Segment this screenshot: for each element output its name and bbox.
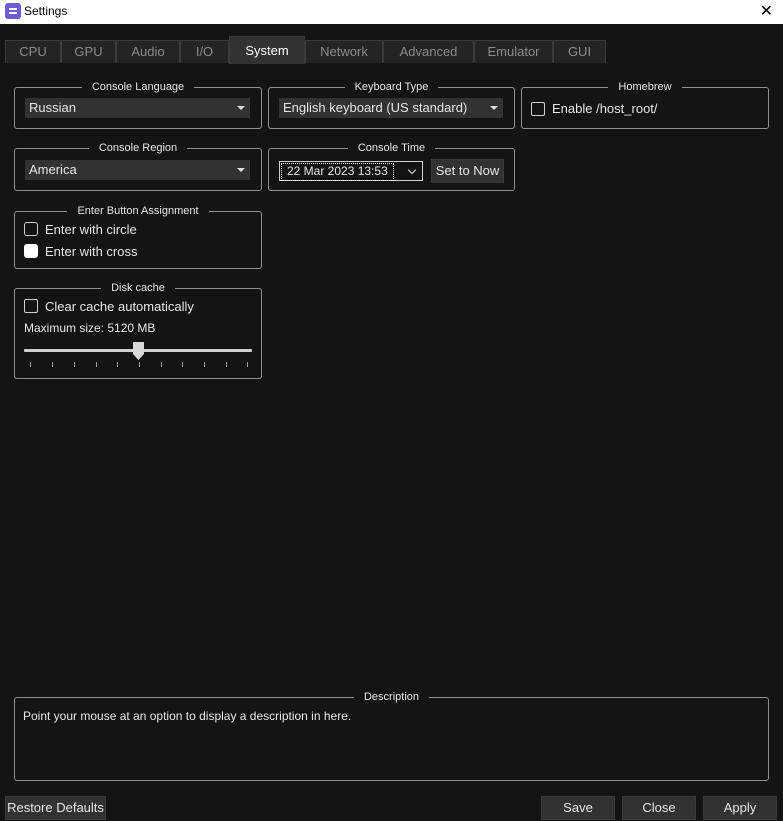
console-time-title: Console Time [347,142,436,154]
enter-with-circle-label: Enter with circle [45,222,137,237]
slider-tick [247,362,248,367]
tab-gui[interactable]: GUI [553,40,606,63]
console-language-title: Console Language [81,81,195,93]
enable-host-root-checkbox[interactable] [531,102,545,116]
slider-tick [30,362,31,367]
console-language-select[interactable]: Russian [25,98,250,118]
close-button[interactable]: Close [622,796,696,820]
cache-size-slider-handle[interactable] [132,342,144,360]
tab-gpu[interactable]: GPU [61,40,116,63]
enter-with-cross-radio[interactable] [24,244,38,258]
chevron-down-icon [235,98,247,118]
slider-tick [182,362,183,367]
description-title: Description [353,691,430,703]
tab-emulator[interactable]: Emulator [474,40,553,63]
tab-advanced[interactable]: Advanced [383,40,474,63]
keyboard-type-select[interactable]: English keyboard (US standard) [279,98,503,118]
homebrew-title: Homebrew [608,81,682,93]
chevron-down-icon [406,162,420,180]
console-region-title: Console Region [88,142,188,154]
slider-tick [96,362,97,367]
slider-tick [226,362,227,367]
chevron-down-icon [488,98,500,118]
slider-tick [139,362,140,367]
title-bar: Settings ✕ [0,0,783,24]
enter-with-circle-radio[interactable] [24,222,38,236]
slider-tick [52,362,53,367]
tab-io[interactable]: I/O [180,40,229,63]
apply-button[interactable]: Apply [703,796,777,820]
restore-defaults-button[interactable]: Restore Defaults [5,796,106,820]
console-language-value: Russian [29,100,76,115]
slider-tick [74,362,75,367]
tab-cpu[interactable]: CPU [5,40,61,63]
console-region-value: America [29,162,77,177]
console-time-picker[interactable]: 22 Mar 2023 13:53 [279,161,423,181]
set-to-now-button[interactable]: Set to Now [431,159,504,183]
tab-network[interactable]: Network [305,40,383,63]
enter-button-title: Enter Button Assignment [67,205,209,217]
enable-host-root-label: Enable /host_root/ [552,101,658,116]
slider-tick [117,362,118,367]
max-size-label: Maximum size: 5120 MB [24,321,156,335]
slider-tick [161,362,162,367]
clear-cache-label: Clear cache automatically [45,299,194,314]
clear-cache-checkbox[interactable] [24,299,38,313]
save-button[interactable]: Save [541,796,615,820]
keyboard-type-title: Keyboard Type [344,81,439,93]
window-title: Settings [24,4,68,18]
console-time-value: 22 Mar 2023 13:53 [281,163,394,181]
close-window-icon[interactable]: ✕ [760,1,773,21]
tab-system[interactable]: System [229,36,305,64]
keyboard-type-value: English keyboard (US standard) [283,100,468,115]
chevron-down-icon [235,160,247,180]
slider-tick [204,362,205,367]
enter-with-cross-label: Enter with cross [45,244,138,259]
tab-audio[interactable]: Audio [116,40,180,63]
description-text: Point your mouse at an option to display… [23,709,352,723]
enter-button-group: Enter Button Assignment [14,205,262,269]
app-icon [5,3,21,19]
disk-cache-title: Disk cache [101,282,175,294]
console-region-select[interactable]: America [25,160,250,180]
